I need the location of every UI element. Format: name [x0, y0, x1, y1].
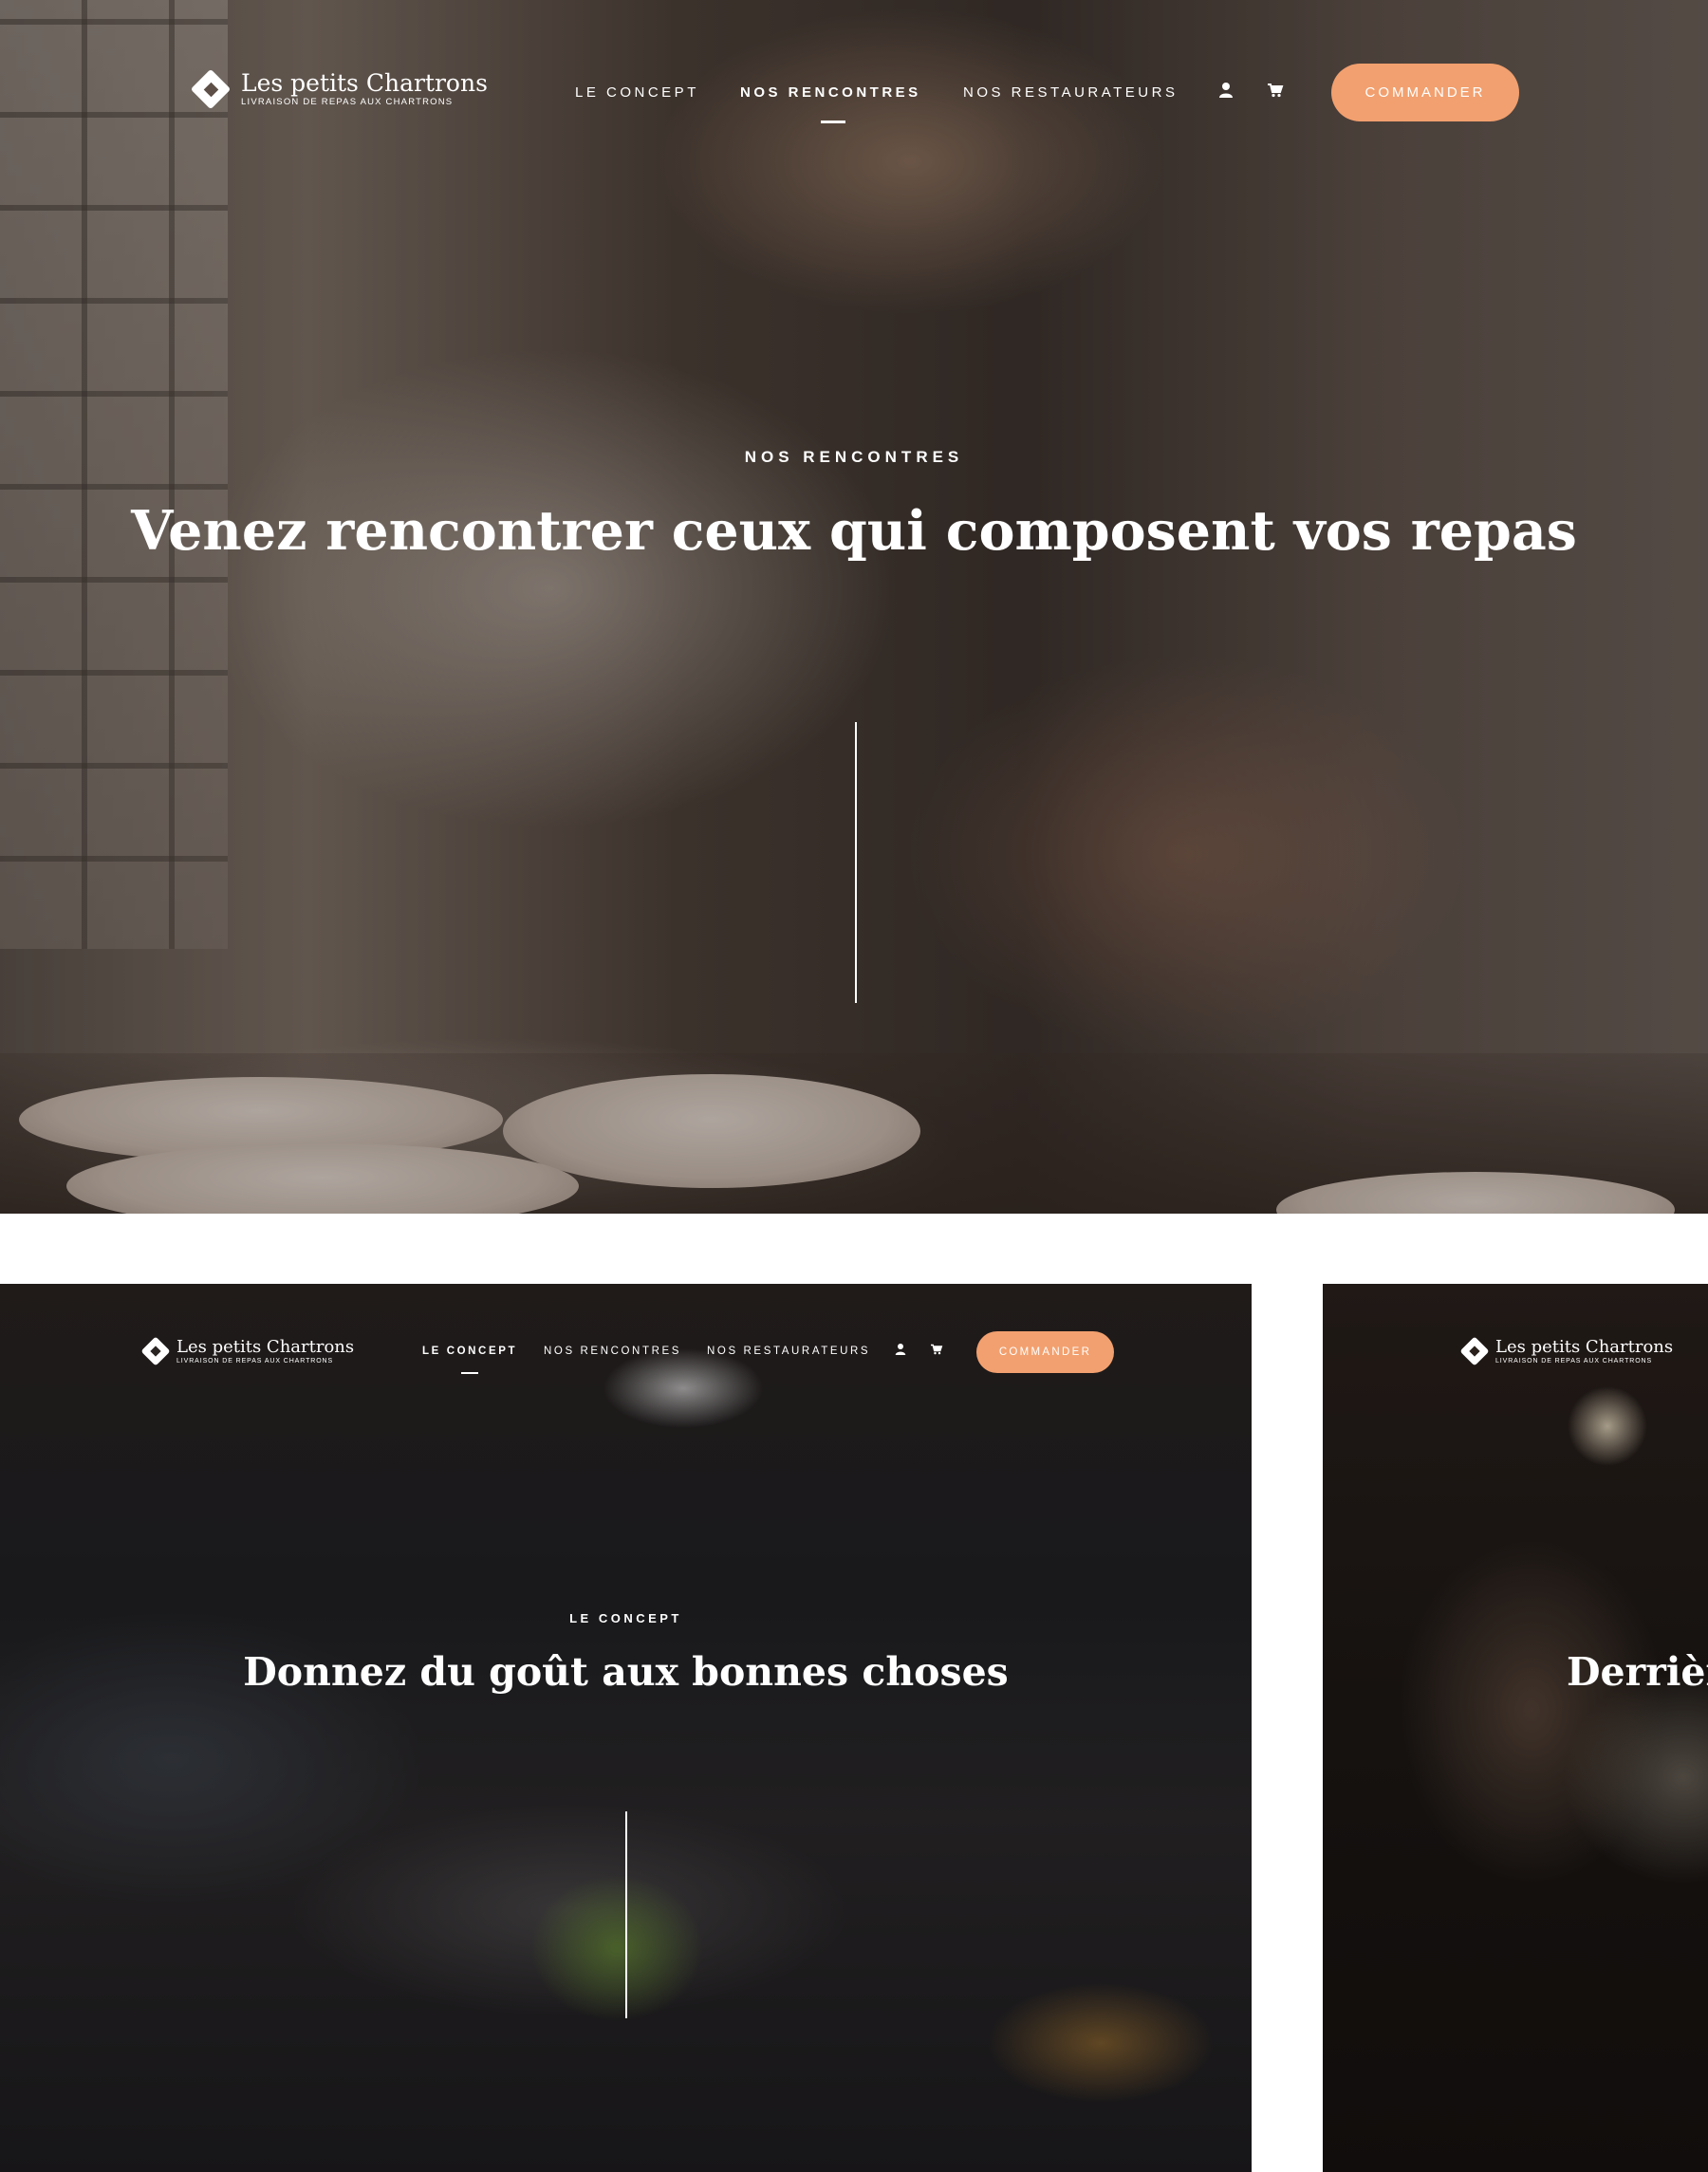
hero-headline: Venez rencontrer ceux qui composent vos …	[131, 499, 1577, 563]
logo-icon	[190, 68, 232, 110]
user-icon[interactable]	[1218, 82, 1234, 99]
nav-link-le-concept[interactable]: LE CONCEPT	[422, 1346, 517, 1357]
nav-link-le-concept[interactable]: LE CONCEPT	[575, 84, 699, 101]
logo-title: Les petits Chartrons	[241, 69, 488, 97]
hero-overlay	[0, 0, 1708, 1214]
logo-tagline: LIVRAISON DE REPAS AUX CHARTRONS	[176, 1357, 334, 1364]
logo-tagline: LIVRAISON DE REPAS AUX CHARTRONS	[241, 97, 454, 107]
card-eyebrow: LE CONCEPT	[569, 1611, 682, 1625]
commander-button[interactable]: COMMANDER	[976, 1331, 1114, 1373]
nav-link-nos-rencontres[interactable]: NOS RENCONTRES	[544, 1346, 681, 1357]
card-headline: Derrièr	[1567, 1649, 1708, 1695]
concept-preview-card[interactable]: Les petits Chartrons LIVRAISON DE REPAS …	[0, 1284, 1252, 2172]
cart-icon[interactable]	[1267, 83, 1284, 98]
nav-link-nos-restaurateurs[interactable]: NOS RESTAURATEURS	[963, 84, 1178, 101]
logo-title: Les petits Chartrons	[1495, 1336, 1674, 1357]
logo[interactable]: Les petits Chartrons LIVRAISON DE REPAS …	[1459, 1336, 1673, 1366]
card-overlay	[1323, 1284, 1708, 2172]
logo-icon	[1459, 1336, 1490, 1366]
commander-button[interactable]: COMMANDER	[1331, 64, 1519, 121]
nav-active-indicator	[821, 121, 845, 123]
user-icon[interactable]	[895, 1343, 906, 1356]
hero-eyebrow: NOS RENCONTRES	[744, 448, 964, 466]
logo[interactable]: Les petits Chartrons LIVRAISON DE REPAS …	[190, 68, 488, 110]
card-headline: Donnez du goût aux bonnes choses	[243, 1649, 1009, 1695]
logo-icon	[140, 1336, 171, 1366]
cart-icon[interactable]	[930, 1344, 943, 1355]
logo-tagline: LIVRAISON DE REPAS AUX CHARTRONS	[1495, 1357, 1653, 1364]
nav-active-indicator	[461, 1372, 478, 1374]
scroll-indicator-line	[625, 1811, 627, 2018]
logo[interactable]: Les petits Chartrons LIVRAISON DE REPAS …	[140, 1336, 354, 1366]
logo-title: Les petits Chartrons	[176, 1336, 355, 1357]
nav-link-nos-restaurateurs[interactable]: NOS RESTAURATEURS	[707, 1346, 870, 1357]
next-preview-card[interactable]: Les petits Chartrons LIVRAISON DE REPAS …	[1323, 1284, 1708, 2172]
scroll-indicator-line	[855, 722, 857, 1003]
card-overlay	[0, 1284, 1252, 2172]
hero-section: Les petits Chartrons LIVRAISON DE REPAS …	[0, 0, 1708, 1214]
nav-link-nos-rencontres[interactable]: NOS RENCONTRES	[740, 84, 921, 101]
